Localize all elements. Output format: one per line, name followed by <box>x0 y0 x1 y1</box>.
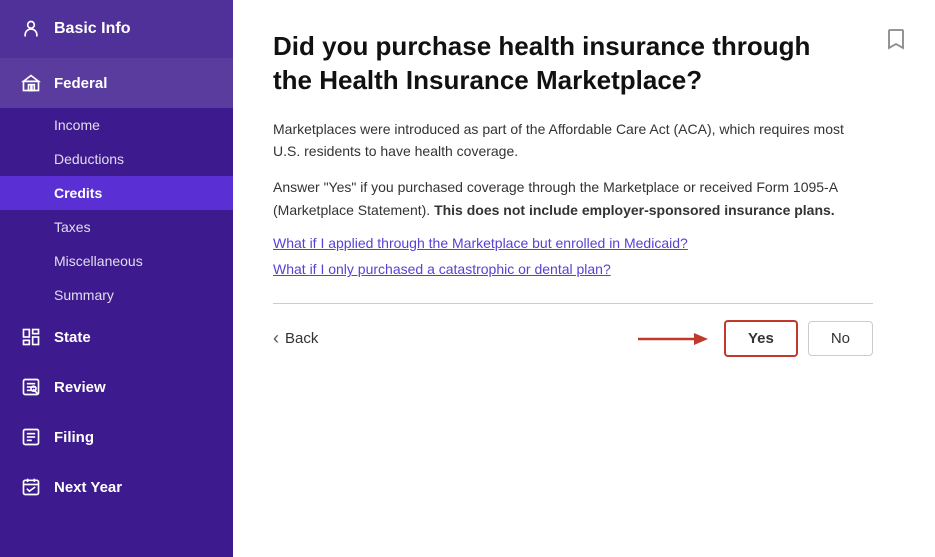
sidebar-basic-info-label: Basic Info <box>54 20 130 38</box>
sidebar-item-state[interactable]: State <box>0 312 233 362</box>
sidebar-filing-label: Filing <box>54 429 94 446</box>
answer-buttons: Yes No <box>638 320 873 357</box>
sidebar-review-label: Review <box>54 379 106 396</box>
faq-link-2[interactable]: What if I only purchased a catastrophic … <box>273 261 895 277</box>
sidebar-item-federal[interactable]: Federal <box>0 58 233 108</box>
sidebar-item-filing[interactable]: Filing <box>0 412 233 462</box>
description-paragraph1: Marketplaces were introduced as part of … <box>273 118 863 163</box>
back-arrow-icon: ‹ <box>273 328 279 349</box>
sidebar-item-summary[interactable]: Summary <box>0 278 233 312</box>
sidebar-federal-label: Federal <box>54 75 107 92</box>
sidebar-item-taxes[interactable]: Taxes <box>0 210 233 244</box>
sidebar-item-credits[interactable]: Credits <box>0 176 233 210</box>
sidebar-item-miscellaneous[interactable]: Miscellaneous <box>0 244 233 278</box>
sidebar-next-year-label: Next Year <box>54 479 122 496</box>
building-icon <box>20 72 42 94</box>
sidebar-item-income[interactable]: Income <box>0 108 233 142</box>
faq-link-1[interactable]: What if I applied through the Marketplac… <box>273 235 895 251</box>
bookmark-icon[interactable] <box>887 28 905 55</box>
back-button[interactable]: ‹ Back <box>273 328 318 349</box>
calendar-icon <box>20 476 42 498</box>
state-icon <box>20 326 42 348</box>
back-label: Back <box>285 330 318 347</box>
review-icon <box>20 376 42 398</box>
yes-button[interactable]: Yes <box>724 320 798 357</box>
no-button[interactable]: No <box>808 321 873 356</box>
sidebar: Basic Info Federal Income Deductions Cre… <box>0 0 233 557</box>
filing-icon <box>20 426 42 448</box>
sidebar-state-label: State <box>54 329 91 346</box>
footer-divider <box>273 303 873 304</box>
person-icon <box>20 18 42 40</box>
description-paragraph2-bold: This does not include employer-sponsored… <box>434 202 835 218</box>
description-paragraph2: Answer "Yes" if you purchased coverage t… <box>273 176 863 221</box>
arrow-right-icon <box>638 329 708 349</box>
sidebar-item-next-year[interactable]: Next Year <box>0 462 233 512</box>
main-content: Did you purchase health insurance throug… <box>233 0 935 557</box>
sidebar-item-basic-info[interactable]: Basic Info <box>0 0 233 58</box>
sidebar-item-deductions[interactable]: Deductions <box>0 142 233 176</box>
footer: ‹ Back Yes No <box>273 320 873 357</box>
question-title: Did you purchase health insurance throug… <box>273 30 843 98</box>
sidebar-item-review[interactable]: Review <box>0 362 233 412</box>
